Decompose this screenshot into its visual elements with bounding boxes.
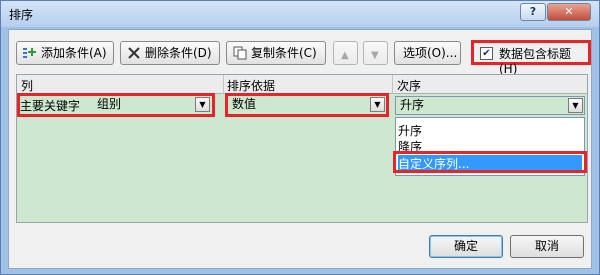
delete-icon [128,47,140,59]
header-sort-on: 排序依据 [227,79,276,93]
header-column: 列 [21,79,34,93]
help-button[interactable]: ? [520,3,546,21]
header-order: 次序 [397,79,422,93]
title-bar: 排序 ? ✕ [1,1,599,27]
delete-level-button[interactable]: 删除条件(D) [120,41,220,65]
ok-button[interactable]: 确定 [429,235,503,258]
close-button[interactable]: ✕ [547,3,591,21]
column-highlight [17,93,215,117]
has-header-checkbox-highlight[interactable]: ✔ 数据包含标题(H) [471,40,591,76]
options-label: 选项(O)... [403,46,458,60]
triangle-down-icon: ▼ [371,50,379,61]
delete-level-label: 删除条件(D) [145,46,212,60]
add-level-label: 添加条件(A) [41,46,107,60]
order-select[interactable]: 升序 ▼ [395,96,585,115]
copy-level-label: 复制条件(C) [251,46,317,60]
header-divider [392,75,393,94]
dialog-title: 排序 [9,8,34,22]
sort-on-highlight [225,93,389,117]
add-level-button[interactable]: 添加条件(A) [16,41,114,65]
move-down-button[interactable]: ▼ [363,41,388,65]
has-header-label: 数据包含标题(H) [499,47,572,76]
copy-icon [233,46,247,60]
has-header-checkbox[interactable]: ✔ [480,47,493,60]
add-level-icon [23,48,36,58]
order-option-ascending[interactable]: 升序 [398,122,582,139]
move-up-button[interactable]: ▲ [333,41,358,65]
options-button[interactable]: 选项(O)... [394,41,461,65]
dialog-body: 添加条件(A) 删除条件(D) 复制条件(C) ▲ ▼ 选项(O)... ✔ 数… [8,29,592,269]
order-select-value: 升序 [400,98,425,112]
copy-level-button[interactable]: 复制条件(C) [226,41,326,65]
chevron-down-icon[interactable]: ▼ [568,98,583,113]
header-divider [223,75,224,94]
custom-list-highlight [393,151,587,173]
cancel-button[interactable]: 取消 [510,235,584,258]
sort-levels-grid: 列 排序依据 次序 主要关键字 组别 ▼ 数值 ▼ 升序 ▼ 升序 降序 自定义… [16,74,588,223]
sort-dialog: 排序 ? ✕ 添加条件(A) 删除条件(D) 复制条件(C) ▲ ▼ 选项(O)… [0,0,600,275]
triangle-up-icon: ▲ [341,50,349,61]
grid-header: 列 排序依据 次序 [17,75,587,94]
